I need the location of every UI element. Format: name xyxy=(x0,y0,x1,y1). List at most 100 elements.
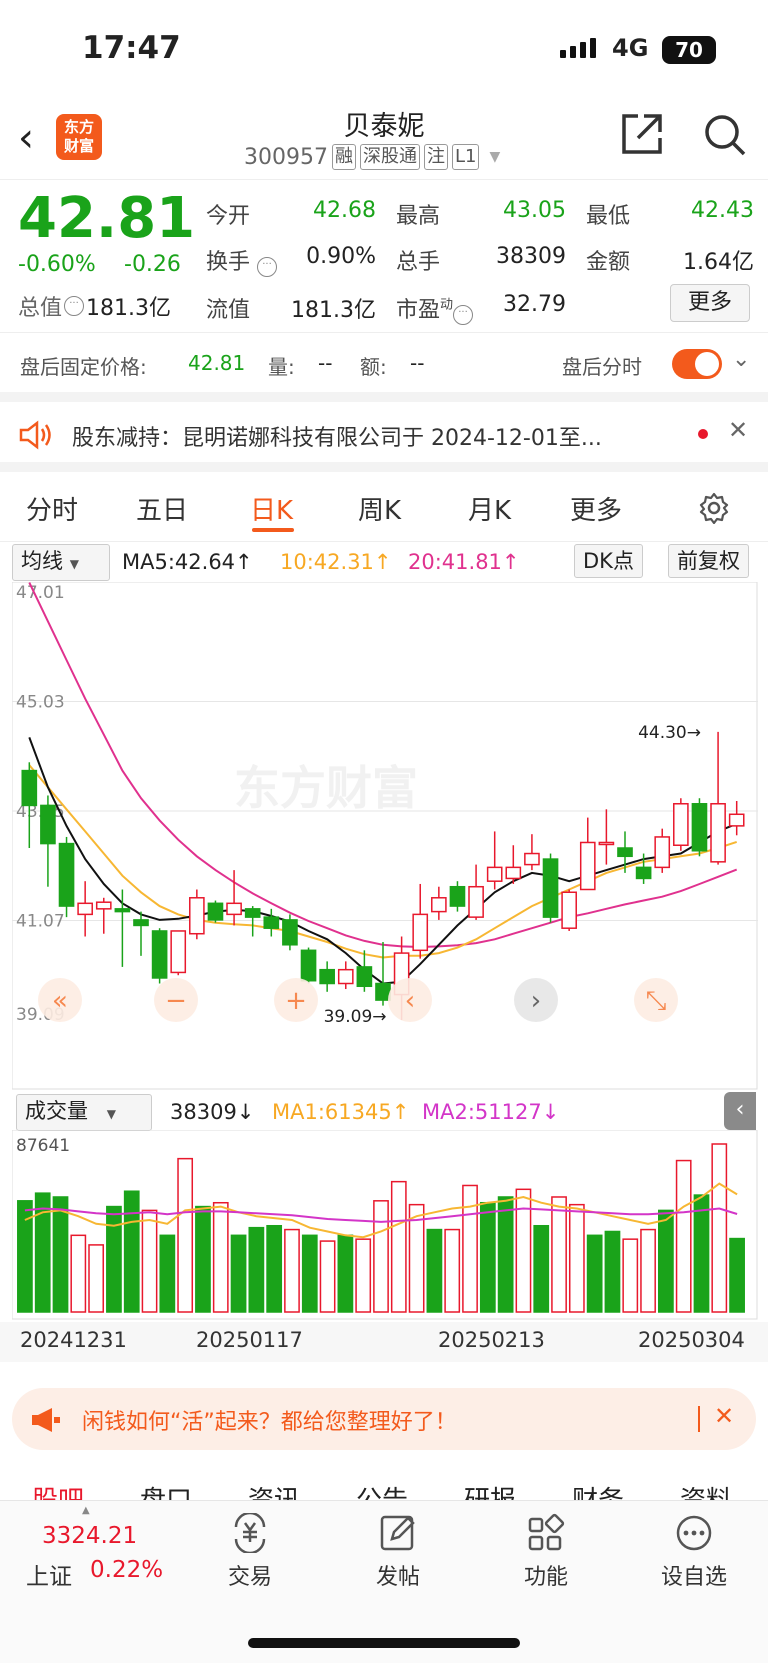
candle-body xyxy=(728,813,745,827)
index-ticker[interactable]: ▲ 3324.21 上证 0.22% xyxy=(0,1501,172,1611)
candle xyxy=(151,928,168,984)
tab-intraday[interactable]: 分时 xyxy=(26,490,78,527)
divider xyxy=(698,1406,700,1432)
volume-indicator-select[interactable]: 成交量 ▼ xyxy=(16,1094,152,1131)
more-button[interactable]: 更多 xyxy=(670,284,750,322)
search-icon[interactable] xyxy=(702,112,748,158)
candle xyxy=(449,881,466,912)
close-icon[interactable]: ✕ xyxy=(714,1402,734,1430)
volume-bar xyxy=(586,1234,603,1313)
status-bar: 17:47 4G 70 xyxy=(0,0,768,100)
kline-chart[interactable]: 47.0145.0343.0541.0739.09东方财富44.30→39.09… xyxy=(12,582,758,1090)
indicator-select[interactable]: 均线 ▼ xyxy=(12,544,110,581)
volume-bar xyxy=(604,1230,621,1313)
high-label: 最高 xyxy=(396,204,441,229)
candle-body xyxy=(505,866,522,880)
volume-bar xyxy=(551,1196,567,1313)
candle-body xyxy=(431,897,447,913)
volume-bar xyxy=(355,1238,372,1313)
volume-bar xyxy=(195,1205,211,1313)
plus-icon[interactable]: + xyxy=(274,978,318,1022)
after-hours-amount-label: 额: xyxy=(360,355,387,379)
market-cap-label: 总值 xyxy=(18,296,63,321)
tab-daily-k[interactable]: 日K xyxy=(250,490,293,527)
candle-body xyxy=(412,913,429,952)
after-hours-label: 盘后固定价格: xyxy=(20,355,147,379)
tab-orderbook[interactable]: 盘口 xyxy=(140,1480,192,1502)
dk-point-button[interactable]: DK点 xyxy=(574,544,643,578)
minus-icon[interactable]: − xyxy=(154,978,198,1022)
after-hours-toggle[interactable] xyxy=(672,349,722,379)
grid-icon xyxy=(528,1513,565,1551)
left-icon[interactable]: ‹ xyxy=(388,978,432,1022)
close-icon[interactable]: ✕ xyxy=(728,416,748,444)
chevron-down-icon[interactable]: ⌄ xyxy=(732,347,750,372)
index-name: 上证 xyxy=(26,1564,72,1590)
double-left-icon[interactable]: « xyxy=(38,978,82,1022)
tab-research[interactable]: 研报 xyxy=(464,1480,516,1502)
volume-bar xyxy=(675,1159,692,1313)
volume-bar xyxy=(159,1234,176,1313)
tab-financials[interactable]: 财务 xyxy=(572,1480,624,1502)
candle xyxy=(95,897,112,934)
info-icon[interactable]: ··· xyxy=(257,257,278,277)
candle xyxy=(21,762,38,849)
open-value: 42.68 xyxy=(313,198,376,223)
share-icon[interactable] xyxy=(618,110,666,158)
post-button[interactable]: 发帖 xyxy=(348,1513,448,1591)
change-percent: -0.60% xyxy=(18,252,96,277)
dropdown-icon: ▼ xyxy=(489,149,501,165)
expand-icon[interactable]: ⤡ xyxy=(634,978,678,1022)
promo-text: 闲钱如何“活”起来？都给您整理好了！ xyxy=(82,1410,457,1435)
candle xyxy=(356,950,373,992)
tab-monthly-k[interactable]: 月K xyxy=(468,490,511,527)
stock-code-row[interactable]: 300957 融 深股通 注 L1 ▼ xyxy=(244,144,500,170)
volume-bar xyxy=(52,1196,69,1313)
open-label: 今开 xyxy=(206,204,251,229)
volume-bar xyxy=(106,1205,122,1313)
watermark-logo: 东方财富 xyxy=(234,761,418,815)
tab-announcements[interactable]: 公告 xyxy=(356,1480,408,1502)
candle-body xyxy=(598,841,615,846)
add-watchlist-button[interactable]: 设自选 xyxy=(644,1513,744,1591)
candle xyxy=(77,881,93,937)
collapse-panel-icon[interactable]: ‹ xyxy=(724,1092,756,1130)
content-tabs: 股吧 盘口 资讯 公告 研报 财务 资料 xyxy=(0,1462,768,1502)
price-adjust-button[interactable]: 前复权 xyxy=(668,544,749,578)
tab-forum[interactable]: 股吧 xyxy=(32,1480,84,1502)
candle xyxy=(468,864,484,920)
tab-more[interactable]: 更多 xyxy=(570,490,622,527)
after-hours-amount: -- xyxy=(410,351,425,375)
volume-bar xyxy=(319,1240,336,1313)
tab-profile[interactable]: 资料 xyxy=(680,1480,732,1502)
tab-weekly-k[interactable]: 周K xyxy=(358,490,401,527)
candle-body xyxy=(486,866,503,882)
turnover-value: 0.90% xyxy=(306,244,376,269)
volume-bar xyxy=(141,1209,158,1313)
volume-bar xyxy=(337,1234,354,1313)
candle xyxy=(710,731,726,865)
settings-icon[interactable] xyxy=(698,492,730,524)
date-axis: 20241231 20250117 20250213 20250304 xyxy=(0,1322,768,1362)
amount-value: 1.64亿 xyxy=(683,250,754,275)
up-arrow-icon: ▲ xyxy=(82,1505,90,1516)
add-watchlist-label: 设自选 xyxy=(660,1565,727,1590)
after-hours-bar: 盘后固定价格: 42.81 量: -- 额: -- 盘后分时 ⌄ xyxy=(0,332,768,402)
trade-button[interactable]: 交易 xyxy=(200,1511,300,1591)
candle-body xyxy=(95,901,112,910)
tab-five-day[interactable]: 五日 xyxy=(136,490,188,527)
candle-body xyxy=(114,908,131,913)
promo-banner[interactable]: 闲钱如何“活”起来？都给您整理好了！ ✕ xyxy=(12,1388,756,1450)
right-icon[interactable]: › xyxy=(514,978,558,1022)
info-icon[interactable]: ··· xyxy=(64,296,85,316)
notice-text: 股东减持：昆明诺娜科技有限公司于 2024-12-01至... xyxy=(72,426,602,451)
tab-news[interactable]: 资讯 xyxy=(248,1480,300,1502)
candle xyxy=(654,828,671,873)
chart-period-tabs: 分时 五日 日K 周K 月K 更多 xyxy=(0,472,768,542)
notice-bar[interactable]: 股东减持：昆明诺娜科技有限公司于 2024-12-01至... ✕ xyxy=(0,402,768,472)
trade-label: 交易 xyxy=(227,1565,272,1590)
volume-bar xyxy=(711,1143,728,1313)
functions-button[interactable]: 功能 xyxy=(496,1513,596,1591)
candle-body xyxy=(654,836,671,869)
volume-bar xyxy=(622,1238,639,1313)
